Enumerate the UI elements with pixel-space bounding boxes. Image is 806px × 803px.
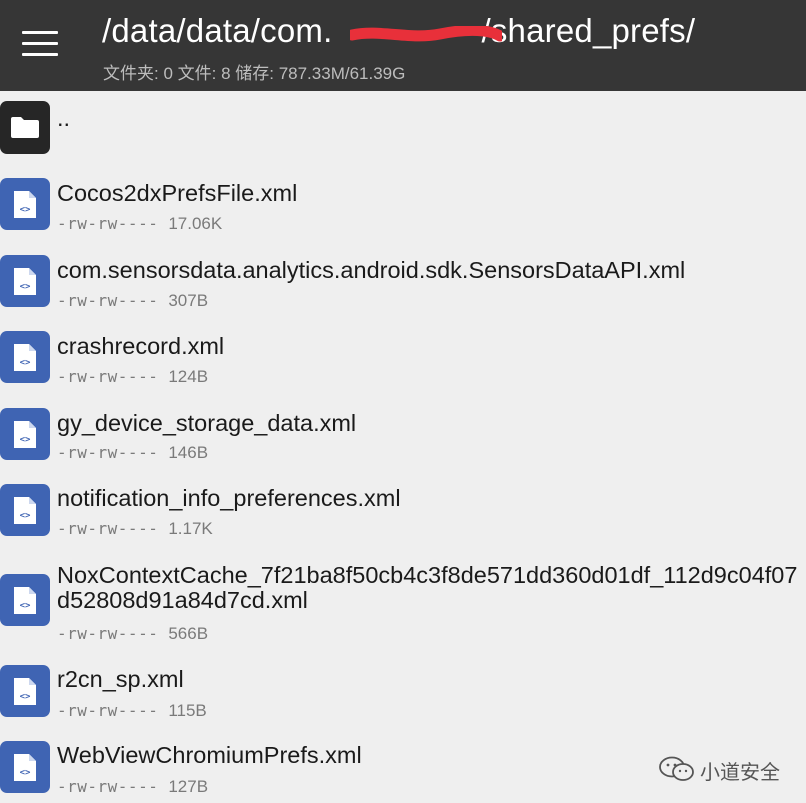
xml-file-icon: <> bbox=[0, 484, 50, 536]
xml-file-icon: <> bbox=[0, 331, 50, 383]
svg-text:<>: <> bbox=[20, 692, 31, 702]
file-meta: -rw-rw---- 1.17K bbox=[57, 519, 213, 539]
xml-file-icon: <> bbox=[0, 665, 50, 717]
file-name: crashrecord.xml bbox=[57, 333, 225, 359]
list-item-file[interactable]: <> crashrecord.xml -rw-rw---- 124B bbox=[0, 324, 806, 394]
file-size: 17.06K bbox=[168, 214, 223, 233]
xml-file-icon: <> bbox=[0, 408, 50, 460]
file-size: 146B bbox=[168, 443, 209, 462]
file-meta: -rw-rw---- 127B bbox=[57, 777, 208, 797]
svg-text:<>: <> bbox=[20, 205, 31, 215]
file-size: 127B bbox=[168, 777, 209, 796]
file-permissions: -rw-rw---- bbox=[57, 701, 159, 720]
file-permissions: -rw-rw---- bbox=[57, 443, 159, 462]
file-meta: -rw-rw---- 307B bbox=[57, 291, 208, 311]
svg-text:<>: <> bbox=[20, 601, 31, 611]
file-meta: -rw-rw---- 17.06K bbox=[57, 214, 222, 234]
list-item-file[interactable]: <> notification_info_preferences.xml -rw… bbox=[0, 477, 806, 547]
file-size: 566B bbox=[168, 624, 209, 643]
hamburger-menu-icon-line bbox=[22, 42, 58, 45]
path-suffix: /shared_prefs/ bbox=[481, 12, 696, 49]
path-prefix: /data/data/com. bbox=[102, 12, 333, 49]
xml-file-icon: <> bbox=[0, 574, 50, 626]
list-item-parent-directory[interactable]: .. bbox=[0, 91, 806, 163]
file-name: NoxContextCache_7f21ba8f50cb4c3f8de571dd… bbox=[57, 562, 798, 613]
file-meta: -rw-rw---- 566B bbox=[57, 624, 208, 644]
svg-text:<>: <> bbox=[20, 511, 31, 521]
xml-file-icon: <> bbox=[0, 178, 50, 230]
file-meta: -rw-rw---- 146B bbox=[57, 443, 208, 463]
file-name: WebViewChromiumPrefs.xml bbox=[57, 742, 362, 768]
file-size: 115B bbox=[168, 701, 207, 720]
file-size: 1.17K bbox=[168, 519, 213, 538]
file-permissions: -rw-rw---- bbox=[57, 291, 159, 310]
file-name: notification_info_preferences.xml bbox=[57, 485, 401, 511]
watermark-text: 小道安全 bbox=[700, 762, 780, 784]
list-item-file[interactable]: <> Cocos2dxPrefsFile.xml -rw-rw---- 17.06… bbox=[0, 170, 806, 240]
file-permissions: -rw-rw---- bbox=[57, 777, 159, 796]
file-meta: -rw-rw---- 115B bbox=[57, 701, 207, 721]
xml-file-icon: <> bbox=[0, 741, 50, 793]
hamburger-menu-icon-line bbox=[22, 53, 58, 56]
svg-text:<>: <> bbox=[20, 435, 31, 445]
file-name: Cocos2dxPrefsFile.xml bbox=[57, 180, 298, 206]
svg-text:<>: <> bbox=[20, 768, 31, 778]
menu-button[interactable] bbox=[22, 29, 58, 57]
file-name: gy_device_storage_data.xml bbox=[57, 410, 357, 436]
svg-text:<>: <> bbox=[20, 282, 31, 292]
list-item-file[interactable]: <> gy_device_storage_data.xml -rw-rw----… bbox=[0, 401, 806, 471]
list-item-file[interactable]: <> com.sensorsdata.analytics.android.sdk… bbox=[0, 247, 806, 317]
redaction-mark bbox=[350, 26, 502, 42]
file-size: 124B bbox=[168, 367, 209, 386]
list-item-file[interactable]: <> r2cn_sp.xml -rw-rw---- 115B bbox=[0, 657, 806, 727]
folder-icon bbox=[0, 101, 50, 154]
parent-directory-label: .. bbox=[57, 105, 71, 131]
svg-text:<>: <> bbox=[20, 358, 31, 368]
file-permissions: -rw-rw---- bbox=[57, 519, 159, 538]
hamburger-menu-icon bbox=[22, 31, 58, 34]
wechat-icon bbox=[659, 756, 694, 781]
file-permissions: -rw-rw---- bbox=[57, 624, 159, 643]
file-name: com.sensorsdata.analytics.android.sdk.Se… bbox=[57, 257, 686, 283]
file-permissions: -rw-rw---- bbox=[57, 214, 159, 233]
xml-file-icon: <> bbox=[0, 255, 50, 307]
top-app-bar: /data/data/com. /shared_prefs/ 文件夹: 0 文件:… bbox=[0, 0, 806, 91]
file-permissions: -rw-rw---- bbox=[57, 367, 159, 386]
file-size: 307B bbox=[168, 291, 209, 310]
file-name: r2cn_sp.xml bbox=[57, 666, 184, 692]
storage-stats: 文件夹: 0 文件: 8 储存: 787.33M/61.39G bbox=[103, 64, 406, 83]
file-meta: -rw-rw---- 124B bbox=[57, 367, 208, 387]
list-item-file[interactable]: <> NoxContextCache_7f21ba8f50cb4c3f8de57… bbox=[0, 555, 806, 651]
